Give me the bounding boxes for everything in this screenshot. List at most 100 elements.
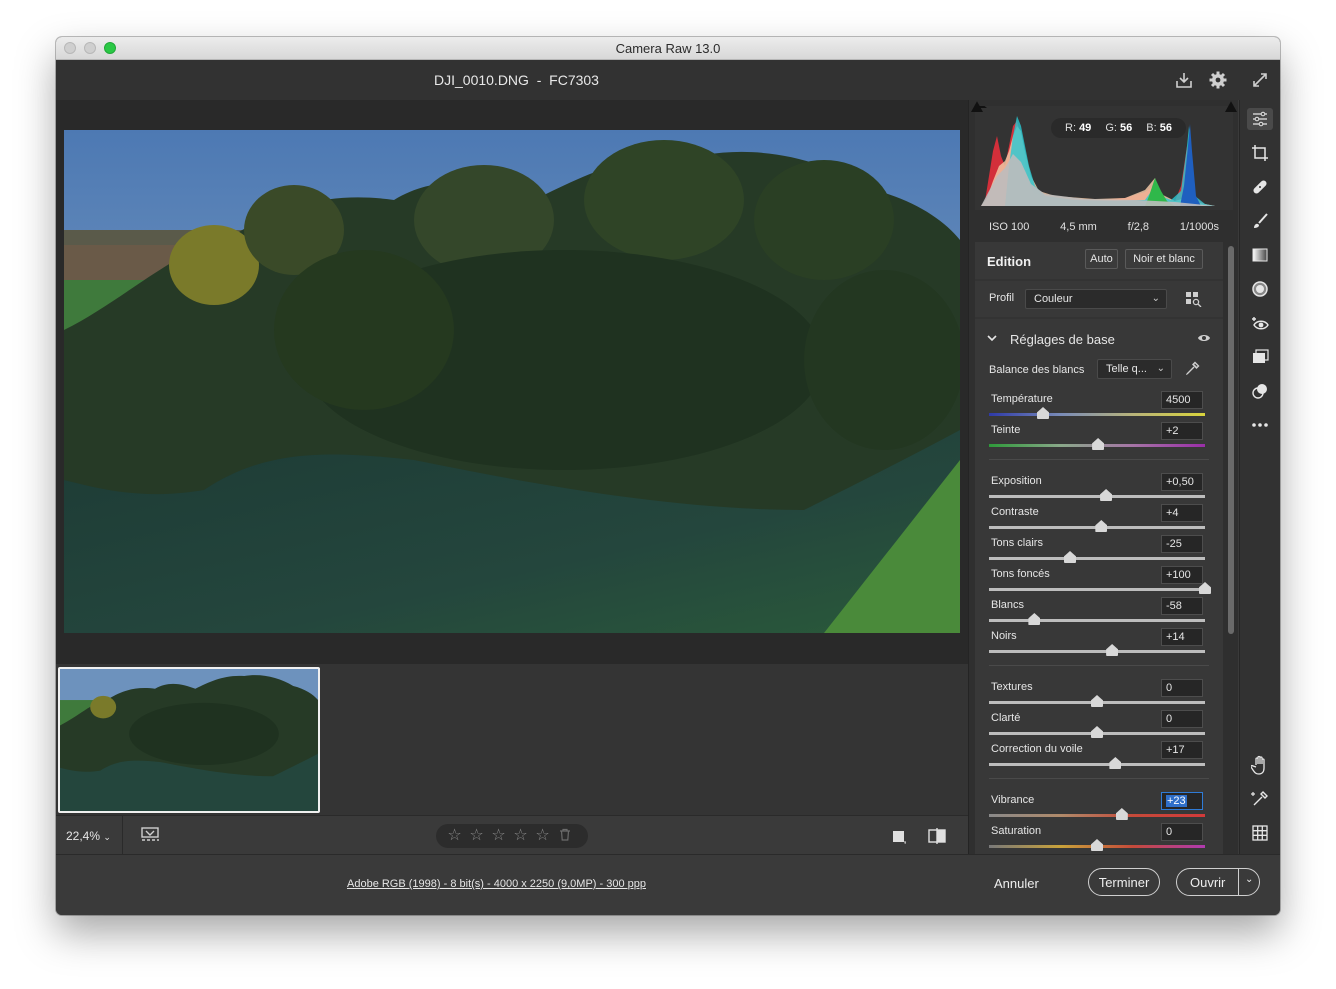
basic-section-title: Réglages de base (1010, 332, 1115, 347)
black-and-white-button[interactable]: Noir et blanc (1125, 249, 1203, 269)
radial-filter-icon[interactable] (1249, 278, 1271, 300)
iso-value: ISO 100 (989, 221, 1030, 233)
image-canvas[interactable] (56, 100, 968, 664)
open-button[interactable]: Ouvrir ⌄ (1176, 868, 1260, 896)
slider-temp-rature[interactable]: Température 4500 (975, 389, 1223, 420)
crop-icon[interactable] (1249, 142, 1271, 164)
slider-value-input[interactable]: +23 (1161, 792, 1203, 810)
gradient-icon[interactable] (1249, 244, 1271, 266)
color-sampler-icon[interactable] (1249, 788, 1271, 810)
redeye-icon[interactable] (1249, 312, 1271, 334)
slider-teinte[interactable]: Teinte +2 (975, 420, 1223, 451)
edit-panel[interactable]: Edition Auto Noir et blanc Profil Couleu… (975, 242, 1223, 854)
eyedropper-icon[interactable] (1181, 358, 1203, 380)
chevron-down-icon[interactable] (981, 327, 1003, 349)
healing-icon[interactable] (1249, 176, 1271, 198)
compare-view-icon[interactable] (926, 825, 948, 847)
filmstrip-options-icon[interactable] (140, 824, 162, 846)
fullscreen-icon[interactable] (1249, 69, 1271, 91)
done-button[interactable]: Terminer (1088, 868, 1160, 896)
slider-value-input[interactable]: -58 (1161, 597, 1203, 615)
slider-track[interactable] (989, 650, 1205, 653)
star-icon[interactable]: ☆ (490, 828, 507, 844)
slider-value-input[interactable]: +4 (1161, 504, 1203, 522)
slider-label: Correction du voile (991, 743, 1083, 755)
slider-track[interactable] (989, 763, 1205, 766)
slider-clart-[interactable]: Clarté 0 (975, 708, 1223, 739)
slider-saturation[interactable]: Saturation 0 (975, 821, 1223, 852)
white-balance-select[interactable]: Telle q... ⌄ (1097, 359, 1172, 379)
profile-select[interactable]: Couleur ⌄ (1025, 289, 1167, 309)
slider-vibrance[interactable]: Vibrance +23 (975, 790, 1223, 821)
photo-preview[interactable] (64, 130, 960, 633)
white-balance-label: Balance des blancs (989, 364, 1085, 376)
star-icon[interactable]: ☆ (468, 828, 485, 844)
trash-icon[interactable] (556, 828, 573, 845)
slider-track[interactable] (989, 814, 1205, 817)
more-icon[interactable] (1249, 414, 1271, 436)
before-after-icon[interactable] (888, 825, 910, 847)
slider-label: Clarté (991, 712, 1021, 724)
panel-scrollbar[interactable] (1227, 242, 1235, 854)
slider-value-input[interactable]: 4500 (1161, 391, 1203, 409)
hand-icon[interactable] (1249, 754, 1271, 776)
slider-value-input[interactable]: 0 (1161, 823, 1203, 841)
slider-value-input[interactable]: -25 (1161, 535, 1203, 553)
slider-contraste[interactable]: Contraste +4 (975, 502, 1223, 533)
gear-icon[interactable] (1207, 69, 1229, 91)
profile-browser-icon[interactable] (1183, 288, 1205, 310)
slider-noirs[interactable]: Noirs +14 (975, 626, 1223, 657)
slider-value-input[interactable]: +17 (1161, 741, 1203, 759)
top-bar: DJI_0010.DNG - FC7303 (56, 60, 1280, 100)
tool-strip (1239, 100, 1280, 854)
slider-tons-fonc-s[interactable]: Tons foncés +100 (975, 564, 1223, 595)
cancel-button[interactable]: Annuler (994, 876, 1039, 891)
star-icon[interactable]: ☆ (534, 828, 551, 844)
slider-label: Contraste (991, 506, 1039, 518)
slider-track[interactable] (989, 588, 1205, 591)
shutter-speed: 1/1000s (1179, 221, 1219, 233)
slider-track[interactable] (989, 413, 1205, 416)
slider-correction-du-voile[interactable]: Correction du voile +17 (975, 739, 1223, 770)
slider-label: Textures (991, 681, 1033, 693)
slider-textures[interactable]: Textures 0 (975, 677, 1223, 708)
chevron-down-icon[interactable]: ⌄ (1245, 874, 1253, 885)
workflow-options-link[interactable]: Adobe RGB (1998) - 8 bit(s) - 4000 x 225… (347, 878, 646, 890)
scrollbar-thumb[interactable] (1228, 246, 1234, 634)
slider-tons-clairs[interactable]: Tons clairs -25 (975, 533, 1223, 564)
slider-track[interactable] (989, 619, 1205, 622)
slider-label: Température (991, 393, 1053, 405)
presets-icon[interactable] (1249, 380, 1271, 402)
histogram[interactable]: R: 49 G: 56 B: 56 (971, 101, 1237, 210)
file-name: DJI_0010.DNG - FC7303 (434, 72, 599, 88)
brush-icon[interactable] (1249, 210, 1271, 232)
slider-track[interactable] (989, 557, 1205, 560)
save-image-icon[interactable] (1173, 69, 1195, 91)
star-icon[interactable]: ☆ (446, 828, 463, 844)
grid-icon[interactable] (1249, 822, 1271, 844)
aperture: f/2,8 (1127, 221, 1150, 233)
footer: Adobe RGB (1998) - 8 bit(s) - 4000 x 225… (56, 854, 1280, 915)
slider-track[interactable] (989, 495, 1205, 498)
sliders-icon[interactable] (1247, 108, 1273, 130)
basic-section: Réglages de base Balance des blancs Tell… (975, 319, 1223, 854)
slider-label: Tons foncés (991, 568, 1050, 580)
filmstrip-thumbnail[interactable] (58, 667, 320, 813)
auto-button[interactable]: Auto (1085, 249, 1118, 269)
slider-value-input[interactable]: 0 (1161, 679, 1203, 697)
snapshots-icon[interactable] (1249, 346, 1271, 368)
rgb-readout: R: 49 G: 56 B: 56 (1051, 118, 1186, 138)
slider-label: Vibrance (991, 794, 1035, 806)
slider-exposition[interactable]: Exposition +0,50 (975, 471, 1223, 502)
camera-raw-window: Camera Raw 13.0 DJI_0010.DNG - FC7303 22… (56, 37, 1280, 915)
star-icon[interactable]: ☆ (512, 828, 529, 844)
zoom-level[interactable]: 22,4% ⌄ (66, 829, 111, 843)
slider-value-input[interactable]: 0 (1161, 710, 1203, 728)
slider-value-input[interactable]: +0,50 (1161, 473, 1203, 491)
slider-value-input[interactable]: +2 (1161, 422, 1203, 440)
slider-blancs[interactable]: Blancs -58 (975, 595, 1223, 626)
slider-value-input[interactable]: +100 (1161, 566, 1203, 584)
slider-value-input[interactable]: +14 (1161, 628, 1203, 646)
eye-icon[interactable] (1193, 327, 1215, 349)
slider-label: Blancs (991, 599, 1025, 611)
